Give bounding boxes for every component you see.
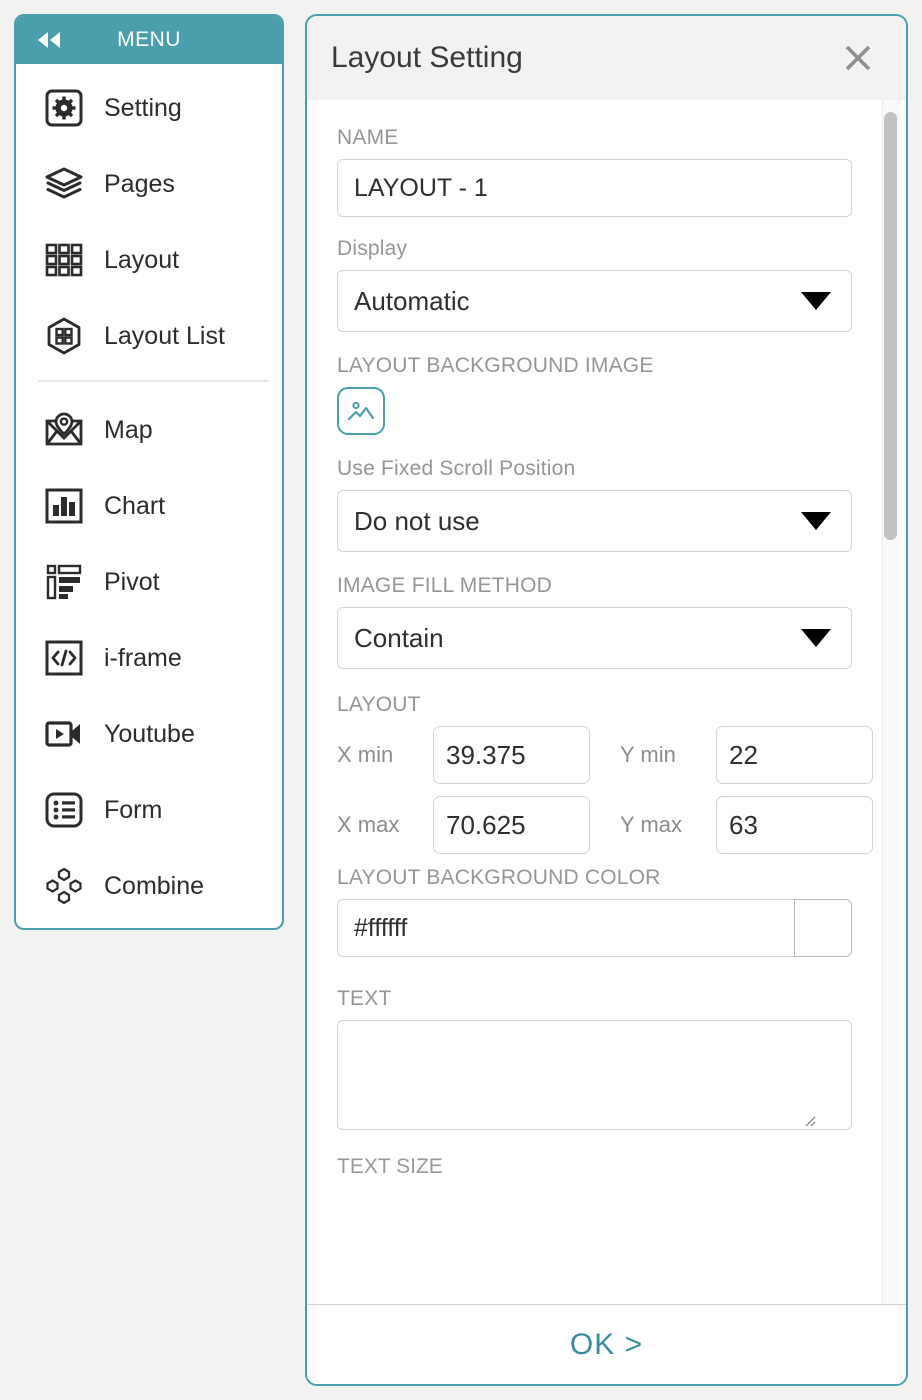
double-chevron-left-icon[interactable] bbox=[34, 28, 64, 52]
image-fill-select-value: Contain bbox=[354, 622, 444, 653]
page-title: Layout Setting bbox=[331, 41, 523, 74]
sidebar-item-label: Map bbox=[104, 415, 153, 444]
field-text: TEXT bbox=[337, 987, 852, 1135]
sidebar-item-label: Layout List bbox=[104, 321, 225, 350]
field-image-fill: IMAGE FILL METHOD Contain bbox=[337, 574, 852, 669]
dialog-footer: OK > bbox=[307, 1304, 906, 1384]
field-label-fixed-scroll: Use Fixed Scroll Position bbox=[337, 457, 576, 480]
background-color-input[interactable] bbox=[337, 899, 794, 957]
map-pin-icon bbox=[44, 410, 84, 450]
settings-form: NAME Display Automatic LAYOUT BACKGROUND… bbox=[307, 100, 882, 1304]
combine-nodes-icon bbox=[44, 866, 84, 906]
dialog-header: Layout Setting bbox=[307, 16, 906, 100]
sidebar-item-iframe[interactable]: i-frame bbox=[16, 620, 282, 696]
y-max-input[interactable] bbox=[716, 796, 873, 854]
sidebar-item-label: Form bbox=[104, 795, 163, 824]
sidebar-item-label: Combine bbox=[104, 871, 205, 900]
sidebar-item-youtube[interactable]: Youtube bbox=[16, 696, 282, 772]
label-y-min: Y min bbox=[620, 742, 676, 767]
sidebar-item-label: Layout bbox=[104, 245, 180, 274]
field-name: NAME bbox=[337, 126, 852, 217]
sidebar-header: MENU bbox=[16, 16, 282, 64]
field-label-layout: LAYOUT bbox=[337, 693, 421, 716]
text-textarea[interactable] bbox=[337, 1020, 852, 1130]
sidebar-item-chart[interactable]: Chart bbox=[16, 468, 282, 544]
background-color-row bbox=[337, 899, 852, 957]
x-max-input[interactable] bbox=[433, 796, 590, 854]
field-label-name: NAME bbox=[337, 126, 399, 149]
sidebar-item-label: i-frame bbox=[104, 643, 182, 672]
sidebar-item-label: Setting bbox=[104, 93, 182, 122]
field-label-text-size: TEXT SIZE bbox=[337, 1155, 443, 1178]
sidebar-item-combine[interactable]: Combine bbox=[16, 848, 282, 924]
field-label-text: TEXT bbox=[337, 987, 392, 1010]
sidebar-menu-group-2: Map Chart Pivot i-frame Youtube Form Com… bbox=[16, 392, 282, 924]
sidebar-item-pages[interactable]: Pages bbox=[16, 146, 282, 222]
layout-bounds-grid: X min Y min X max Y max bbox=[337, 726, 873, 854]
label-x-max: X max bbox=[337, 812, 400, 837]
display-select[interactable]: Automatic bbox=[337, 270, 852, 332]
dialog-body: NAME Display Automatic LAYOUT BACKGROUND… bbox=[307, 100, 906, 1304]
sidebar: MENU Setting Pages Layout Layout List Ma… bbox=[14, 14, 284, 930]
field-fixed-scroll: Use Fixed Scroll Position Do not use bbox=[337, 457, 852, 552]
label-y-max: Y max bbox=[620, 812, 682, 837]
field-label-display: Display bbox=[337, 237, 408, 260]
list-form-icon bbox=[44, 790, 84, 830]
sidebar-item-label: Chart bbox=[104, 491, 166, 520]
bar-chart-icon bbox=[44, 486, 84, 526]
x-min-input[interactable] bbox=[433, 726, 590, 784]
ok-button[interactable]: OK > bbox=[564, 1327, 649, 1363]
field-display: Display Automatic bbox=[337, 237, 852, 332]
sidebar-item-form[interactable]: Form bbox=[16, 772, 282, 848]
video-camera-icon bbox=[44, 714, 84, 754]
sidebar-item-label: Pivot bbox=[104, 567, 160, 596]
image-fill-select[interactable]: Contain bbox=[337, 607, 852, 669]
sidebar-item-layout[interactable]: Layout bbox=[16, 222, 282, 298]
label-x-min: X min bbox=[337, 742, 394, 767]
chevron-down-icon bbox=[801, 629, 831, 647]
sidebar-item-label: Pages bbox=[104, 169, 175, 198]
layout-bounds-row-min: X min Y min bbox=[337, 726, 873, 784]
fixed-scroll-select[interactable]: Do not use bbox=[337, 490, 852, 552]
app-root: MENU Setting Pages Layout Layout List Ma… bbox=[0, 0, 922, 1400]
grid-icon bbox=[44, 240, 84, 280]
sidebar-divider bbox=[38, 380, 268, 382]
field-background-color: LAYOUT BACKGROUND COLOR bbox=[337, 866, 852, 957]
sidebar-item-label: Youtube bbox=[104, 719, 195, 748]
field-label-image-fill: IMAGE FILL METHOD bbox=[337, 574, 552, 597]
code-brackets-icon bbox=[44, 638, 84, 678]
layout-setting-dialog: Layout Setting NAME Dis bbox=[305, 14, 908, 1386]
sidebar-item-map[interactable]: Map bbox=[16, 392, 282, 468]
fixed-scroll-select-value: Do not use bbox=[354, 505, 480, 536]
hexagon-grid-icon bbox=[44, 316, 84, 356]
y-min-input[interactable] bbox=[716, 726, 873, 784]
image-picker-icon[interactable] bbox=[337, 387, 385, 435]
sidebar-item-layout-list[interactable]: Layout List bbox=[16, 298, 282, 374]
close-icon[interactable] bbox=[840, 40, 876, 76]
display-select-value: Automatic bbox=[354, 285, 470, 316]
sidebar-item-pivot[interactable]: Pivot bbox=[16, 544, 282, 620]
sidebar-item-setting[interactable]: Setting bbox=[16, 70, 282, 146]
field-layout-bounds: LAYOUT X min Y min X max bbox=[337, 693, 873, 854]
sidebar-menu-group-1: Setting Pages Layout Layout List bbox=[16, 64, 282, 374]
field-label-background-image: LAYOUT BACKGROUND IMAGE bbox=[337, 354, 654, 377]
field-background-image: LAYOUT BACKGROUND IMAGE bbox=[337, 354, 852, 435]
pivot-table-icon bbox=[44, 562, 84, 602]
field-label-background-color: LAYOUT BACKGROUND COLOR bbox=[337, 866, 661, 889]
gear-icon bbox=[44, 88, 84, 128]
chevron-down-icon bbox=[801, 512, 831, 530]
name-input[interactable] bbox=[337, 159, 852, 217]
vertical-scrollbar-thumb[interactable] bbox=[884, 112, 897, 540]
layout-bounds-row-max: X max Y max bbox=[337, 796, 873, 854]
color-swatch-button[interactable] bbox=[794, 899, 852, 957]
chevron-down-icon bbox=[801, 292, 831, 310]
layers-icon bbox=[44, 164, 84, 204]
